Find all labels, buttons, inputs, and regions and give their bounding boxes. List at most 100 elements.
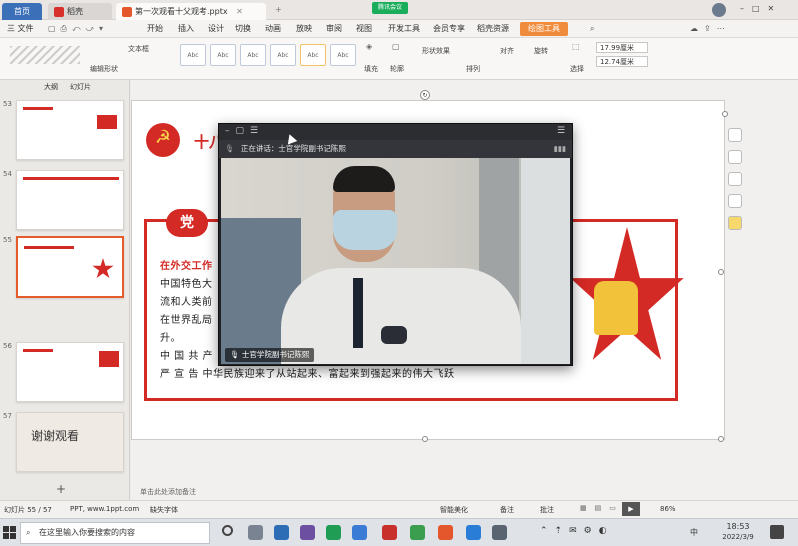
notifications-icon[interactable] <box>770 525 784 539</box>
menu-design[interactable]: 设计 <box>205 22 227 36</box>
fill-button[interactable]: 填充 <box>364 64 378 74</box>
avatar[interactable] <box>712 3 726 17</box>
menu-start[interactable]: 开始 <box>144 22 166 36</box>
menu-docer[interactable]: 稻壳资源 <box>474 22 512 36</box>
menu-bar: 三 文件 ▢⎙⤺⤻▾ 开始 插入 设计 切换 动画 放映 审阅 视图 开发工具 … <box>0 20 798 38</box>
close-tab-icon[interactable]: ✕ <box>236 7 243 16</box>
clock-date[interactable]: 2022/3/9 <box>716 533 760 541</box>
shape-style-1[interactable]: Abc <box>180 44 206 66</box>
app-icon-2[interactable] <box>300 525 315 540</box>
shape-style-3[interactable]: Abc <box>240 44 266 66</box>
shape-style-2[interactable]: Abc <box>210 44 236 66</box>
slide-thumbnail-last[interactable]: 谢谢观看 <box>16 412 124 472</box>
tab-document[interactable]: 第一次观看十父观考.pptx ✕ <box>116 3 266 20</box>
shape-height-field[interactable]: 12.74厘米 <box>596 56 648 67</box>
layers-icon[interactable] <box>728 128 742 142</box>
wps-icon[interactable] <box>382 525 397 540</box>
slide-thumbnail[interactable] <box>16 170 124 230</box>
mic-small-icon: 🎙 <box>230 350 240 359</box>
menu-animation[interactable]: 动画 <box>262 22 284 36</box>
shape-style-5[interactable]: Abc <box>300 44 326 66</box>
slide-thumbnail-selected[interactable] <box>16 236 124 298</box>
system-tray-icons[interactable]: ⌃⇡✉⚙◐ <box>540 526 614 536</box>
windows-start-icon[interactable] <box>3 526 16 539</box>
menu-insert[interactable]: 插入 <box>175 22 197 36</box>
cortana-icon[interactable] <box>222 525 233 536</box>
app-icon-3[interactable] <box>466 525 481 540</box>
speaker-name-tag: 🎙 士官学院副书记陈熙 <box>225 348 315 362</box>
frame-icon[interactable] <box>728 194 742 208</box>
slide-text-line: 严 宣 告 中华民族迎来了从站起来、富起来到强起来的伟大飞跃 <box>160 369 455 380</box>
tab-wps[interactable]: 稻壳 <box>48 3 112 20</box>
menu-developer[interactable]: 开发工具 <box>385 22 423 36</box>
plus-icon[interactable]: + <box>56 482 66 496</box>
search-icon[interactable]: ⌕ <box>590 24 594 34</box>
zoom-level[interactable]: 86% <box>660 505 676 513</box>
task-view-icon[interactable] <box>248 525 263 540</box>
cloud-sync-icon[interactable]: ☁⇪⋯ <box>690 24 731 33</box>
slide-thumbnail[interactable] <box>16 342 124 402</box>
shape-style-4[interactable]: Abc <box>270 44 296 66</box>
ribbon-toolbar: 编辑形状 文本框 Abc Abc Abc Abc Abc Abc ◈ 填充 ▢ … <box>0 38 798 80</box>
taskbar-search-input[interactable]: ⌕ 在这里输入你要搜索的内容 <box>20 522 210 544</box>
menu-transition[interactable]: 切换 <box>232 22 254 36</box>
tab-slides[interactable]: 幻灯片 <box>70 82 91 92</box>
last-slide-title: 谢谢观看 <box>31 429 80 443</box>
tab-home[interactable]: 首页 <box>2 3 42 20</box>
window-controls[interactable]: –□✕ <box>740 4 782 13</box>
shape-gallery[interactable] <box>10 46 80 64</box>
quick-access-icons[interactable]: ▢⎙⤺⤻▾ <box>48 24 108 34</box>
menu-view[interactable]: 视图 <box>353 22 375 36</box>
party-emblem-icon: ☭ <box>146 123 180 157</box>
shape-effect-button[interactable]: 形状效果 <box>422 46 450 56</box>
meeting-title-bar[interactable]: –▢☰ ☰ <box>219 124 572 140</box>
tab-outline[interactable]: 大纲 <box>44 82 58 92</box>
meeting-badge[interactable]: 腾讯会议 <box>372 2 409 14</box>
outline-button[interactable]: 轮廓 <box>390 64 404 74</box>
play-slideshow-icon[interactable]: ▶ <box>622 502 640 516</box>
resize-handle[interactable] <box>722 111 728 117</box>
pen-icon[interactable] <box>728 150 742 164</box>
slide-thumbnail[interactable] <box>16 100 124 160</box>
clock-time[interactable]: 18:53 <box>716 522 760 531</box>
ime-indicator[interactable]: 中 <box>690 527 698 538</box>
textbox-button[interactable]: 文本框 <box>128 44 149 54</box>
shape-style-6[interactable]: Abc <box>330 44 356 66</box>
menu-drawing-tools[interactable]: 绘图工具 <box>520 22 568 36</box>
select-button[interactable]: 选择 <box>570 64 584 74</box>
notes-placeholder[interactable]: 单击此处添加备注 <box>140 487 196 497</box>
notes-button[interactable]: 备注 <box>500 505 514 515</box>
meeting-window-controls[interactable]: –▢☰ <box>225 126 264 136</box>
video-feed: 🎙 士官学院副书记陈熙 <box>221 158 570 364</box>
add-tab-icon[interactable]: + <box>275 5 282 14</box>
presentation-app-icon[interactable] <box>438 525 453 540</box>
microphone-icon: 🎙 <box>225 144 235 153</box>
edge-icon[interactable] <box>352 525 367 540</box>
menu-member[interactable]: 会员专享 <box>430 22 468 36</box>
shape-icon[interactable] <box>728 172 742 186</box>
rotate-handle-icon[interactable]: ↻ <box>420 90 430 100</box>
meeting-app-icon[interactable] <box>410 525 425 540</box>
menu-file[interactable]: 三 文件 <box>4 22 37 36</box>
comments-button[interactable]: 批注 <box>540 505 554 515</box>
shape-width-field[interactable]: 17.99厘米 <box>596 42 648 53</box>
edit-shape-button[interactable]: 编辑形状 <box>90 64 118 74</box>
location-icon[interactable] <box>728 216 742 230</box>
view-mode-icons[interactable]: ▦▤▭ <box>580 504 624 512</box>
resize-handle[interactable] <box>422 436 428 442</box>
arrange-button[interactable]: 排列 <box>466 64 480 74</box>
resize-handle[interactable] <box>718 269 724 275</box>
browser-icon[interactable] <box>326 525 341 540</box>
app-icon-4[interactable] <box>492 525 507 540</box>
menu-slideshow[interactable]: 放映 <box>293 22 315 36</box>
menu-review[interactable]: 审阅 <box>323 22 345 36</box>
missing-font-indicator[interactable]: 缺失字体 <box>150 505 178 515</box>
slide-number: 57 <box>3 412 12 420</box>
meeting-window[interactable]: –▢☰ ☰ 🎙 正在讲话：士官学院副书记陈熙 ▮▮▮ 🎙 士官学院副书记陈熙 <box>218 123 573 366</box>
align-button[interactable]: 对齐 <box>500 46 514 56</box>
smart-beautify-button[interactable]: 智能美化 <box>440 505 468 515</box>
resize-handle[interactable] <box>718 436 724 442</box>
app-icon-1[interactable] <box>274 525 289 540</box>
rotate-button[interactable]: 旋转 <box>534 46 548 56</box>
menu-icon[interactable]: ☰ <box>557 126 565 136</box>
